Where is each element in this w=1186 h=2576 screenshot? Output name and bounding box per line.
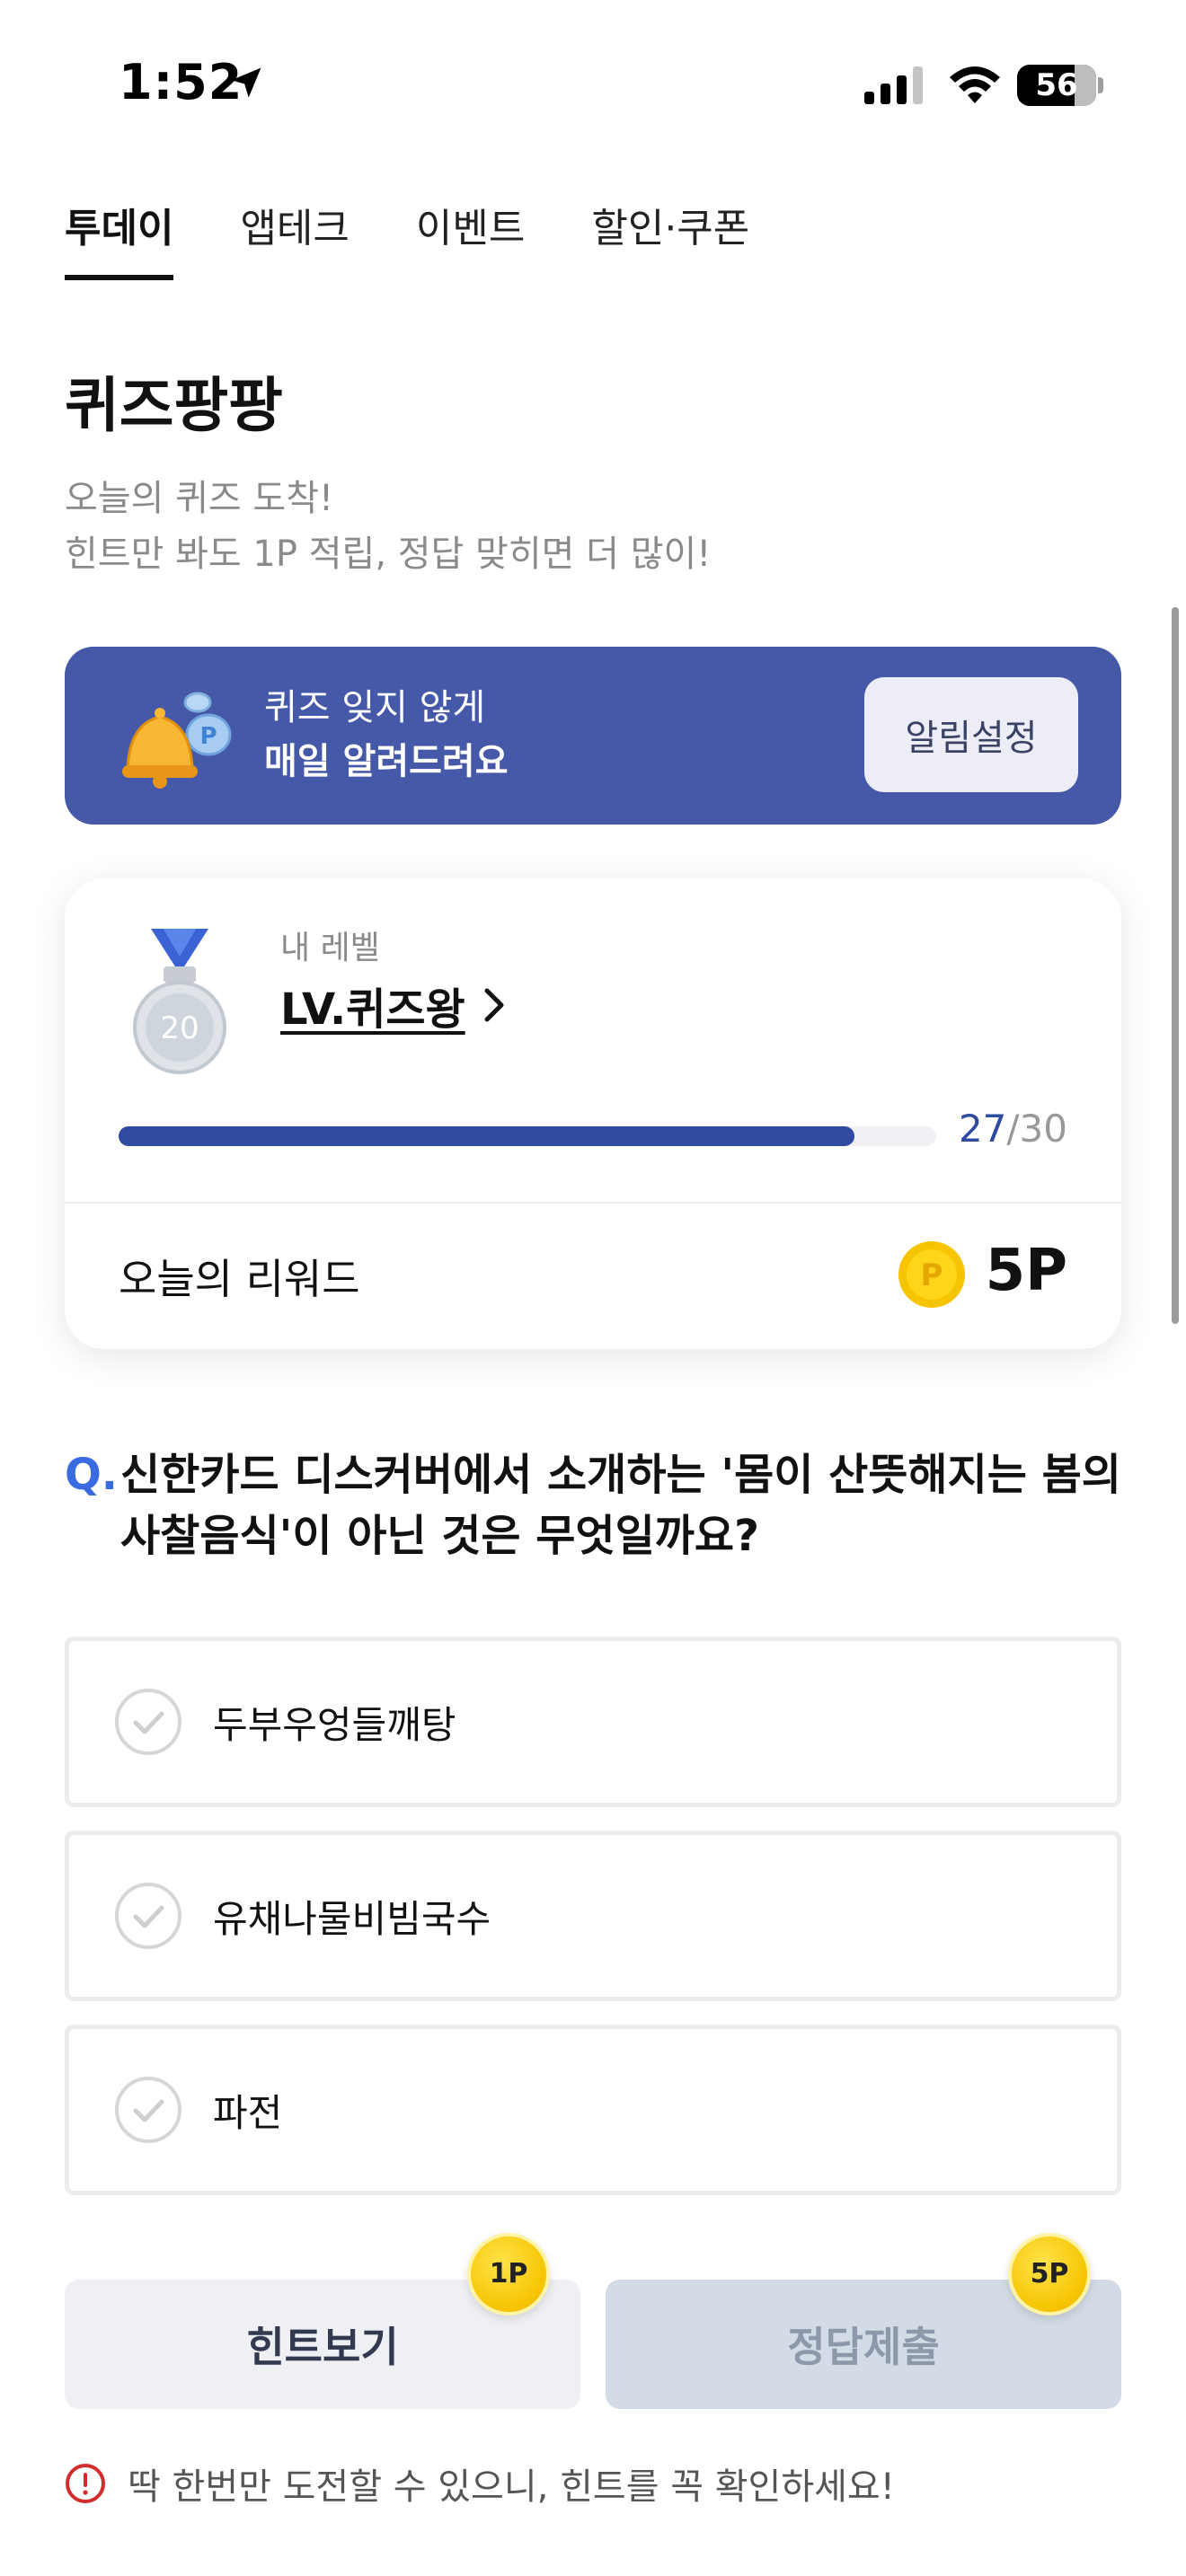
notification-settings-button[interactable]: 알림설정 <box>864 677 1078 792</box>
option-label: 두부우엉들깨탕 <box>213 1703 456 1747</box>
today-reward-value: 5P <box>985 1238 1067 1304</box>
medal-number: 20 <box>160 1010 199 1046</box>
card-divider <box>65 1202 1121 1204</box>
quiz-question: Q. 신한카드 디스커버에서 소개하는 '몸이 산뜻해지는 봄의 사찰음식'이 … <box>65 1444 1121 1566</box>
level-progress-fill <box>119 1126 854 1146</box>
quiz-page: 1:52 56 투데이 앱테크 이벤트 할인·쿠폰 퀴즈팡팡 오늘의 퀴즈 도착… <box>0 0 1186 2576</box>
progress-separator: / <box>1006 1107 1020 1151</box>
notice-text: 딱 한번만 도전할 수 있으니, 힌트를 꼭 확인하세요! <box>128 2466 895 2508</box>
tab-discount-coupon[interactable]: 할인·쿠폰 <box>591 190 749 280</box>
page-title: 퀴즈팡팡 <box>65 371 283 440</box>
answer-option-2[interactable]: 유채나물비빔국수 <box>65 1831 1121 2001</box>
status-time: 1:52 <box>119 54 243 110</box>
level-name-link[interactable]: LV.퀴즈왕 <box>280 974 510 1037</box>
question-text: 신한카드 디스커버에서 소개하는 '몸이 산뜻해지는 봄의 사찰음식'이 아닌 … <box>120 1450 1121 1561</box>
tab-today[interactable]: 투데이 <box>65 190 174 280</box>
my-level-label: 내 레벨 <box>280 930 380 966</box>
battery-level: 56 <box>1035 67 1078 103</box>
banner-text: 퀴즈 잊지 않게 매일 알려드려요 <box>264 681 509 789</box>
check-circle-icon <box>115 1883 181 1949</box>
level-name: LV.퀴즈왕 <box>280 984 465 1035</box>
location-arrow-icon <box>231 67 261 98</box>
status-bar: 1:52 56 <box>0 0 1186 171</box>
option-label: 유채나물비빔국수 <box>213 1897 491 1941</box>
coin-icon: P <box>898 1241 965 1308</box>
scrollbar[interactable] <box>1172 607 1179 1324</box>
answer-option-3[interactable]: 파전 <box>65 2025 1121 2195</box>
notification-banner: P 퀴즈 잊지 않게 매일 알려드려요 알림설정 <box>65 647 1121 825</box>
tab-apptech[interactable]: 앱테크 <box>240 190 349 280</box>
bell-coin-icon: P <box>122 692 232 789</box>
battery-icon: 56 <box>1017 65 1103 106</box>
notice: 딱 한번만 도전할 수 있으니, 힌트를 꼭 확인하세요! <box>65 2457 895 2510</box>
submit-points-badge: 5P <box>1008 2233 1091 2316</box>
level-progress-text: 27/30 <box>959 1107 1067 1151</box>
answer-option-1[interactable]: 두부우엉들깨탕 <box>65 1636 1121 1807</box>
progress-current: 27 <box>958 1107 1007 1151</box>
banner-line-2: 매일 알려드려요 <box>264 741 509 782</box>
check-circle-icon <box>115 2077 181 2143</box>
svg-text:P: P <box>199 723 217 750</box>
subtitle-line-2: 힌트만 봐도 1P 적립, 정답 맞히면 더 많이! <box>65 534 712 575</box>
cellular-signal-icon <box>864 66 923 104</box>
coin-letter: P <box>921 1257 943 1293</box>
tab-event[interactable]: 이벤트 <box>416 190 525 280</box>
subtitle-line-1: 오늘의 퀴즈 도착! <box>65 478 334 519</box>
level-progress-bar <box>119 1126 936 1146</box>
progress-total: 30 <box>1019 1107 1067 1151</box>
silver-medal-icon: 20 <box>133 929 226 1074</box>
hint-points-badge: 1P <box>467 2233 550 2316</box>
check-circle-icon <box>115 1689 181 1755</box>
warning-icon <box>66 2464 105 2503</box>
wifi-icon <box>950 66 1000 103</box>
today-reward-label: 오늘의 리워드 <box>119 1255 360 1303</box>
level-card: 20 내 레벨 LV.퀴즈왕 27/30 오늘의 리워드 P 5P <box>65 878 1121 1349</box>
banner-line-1: 퀴즈 잊지 않게 <box>264 687 486 728</box>
option-label: 파전 <box>213 2091 283 2135</box>
page-subtitle: 오늘의 퀴즈 도착! 힌트만 봐도 1P 적립, 정답 맞히면 더 많이! <box>65 471 711 582</box>
top-tabs: 투데이 앱테크 이벤트 할인·쿠폰 <box>65 190 816 280</box>
chevron-right-icon <box>484 988 504 1022</box>
question-marker: Q. <box>65 1450 119 1500</box>
